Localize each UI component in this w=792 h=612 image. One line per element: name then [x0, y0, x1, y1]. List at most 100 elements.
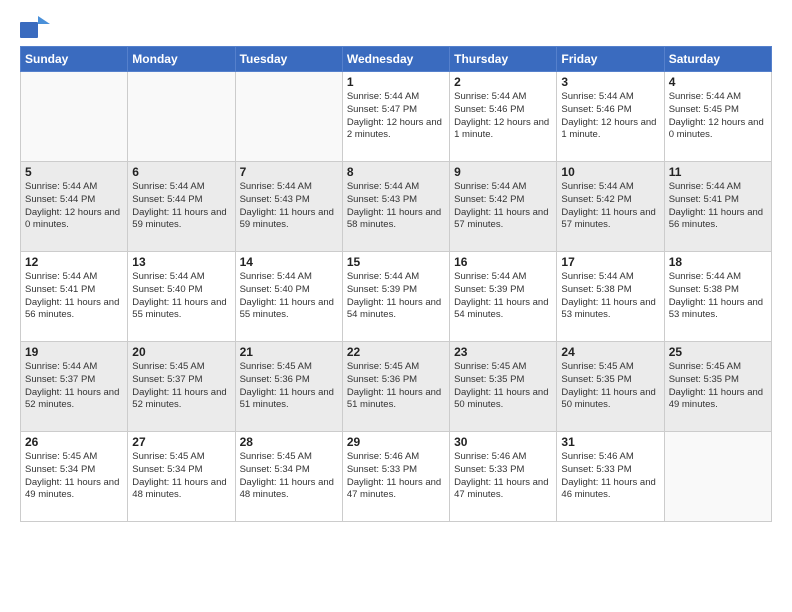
day-info: Sunrise: 5:44 AM Sunset: 5:38 PM Dayligh…: [561, 271, 659, 322]
calendar-week-5: 26 Sunrise: 5:45 AM Sunset: 5:34 PM Dayli…: [21, 432, 772, 522]
calendar-cell: 21Sunrise: 5:45 AM Sunset: 5:36 PM Dayli…: [235, 342, 342, 432]
calendar-cell: 6Sunrise: 5:44 AM Sunset: 5:44 PM Daylig…: [128, 162, 235, 252]
day-header-thursday: Thursday: [450, 47, 557, 72]
day-number: 31: [561, 435, 659, 449]
day-info: Sunrise: 5:44 AM Sunset: 5:42 PM Dayligh…: [454, 181, 552, 232]
day-info: Sunrise: 5:44 AM Sunset: 5:43 PM Dayligh…: [347, 181, 445, 232]
calendar-cell: 26 Sunrise: 5:45 AM Sunset: 5:34 PM Dayli…: [21, 432, 128, 522]
day-number: 8: [347, 165, 445, 179]
calendar-cell: 27 Sunrise: 5:45 AM Sunset: 5:34 PM Dayli…: [128, 432, 235, 522]
day-info: Sunrise: 5:46 AM Sunset: 5:33 PM Dayligh…: [347, 451, 445, 502]
day-info: Sunrise: 5:44 AM Sunset: 5:39 PM Dayligh…: [454, 271, 552, 322]
day-number: 12: [25, 255, 123, 269]
calendar-cell: 20Sunrise: 5:45 AM Sunset: 5:37 PM Dayli…: [128, 342, 235, 432]
calendar-cell: 24 Sunrise: 5:45 AM Sunset: 5:35 PM Dayli…: [557, 342, 664, 432]
day-number: 5: [25, 165, 123, 179]
day-info: Sunrise: 5:45 AM Sunset: 5:35 PM Dayligh…: [454, 361, 552, 412]
calendar-cell: 19Sunrise: 5:44 AM Sunset: 5:37 PM Dayli…: [21, 342, 128, 432]
day-header-wednesday: Wednesday: [342, 47, 449, 72]
calendar-cell: 5 Sunrise: 5:44 AM Sunset: 5:44 PM Daylig…: [21, 162, 128, 252]
calendar-header-row: SundayMondayTuesdayWednesdayThursdayFrid…: [21, 47, 772, 72]
calendar-week-1: 1 Sunrise: 5:44 AM Sunset: 5:47 PM Daylig…: [21, 72, 772, 162]
day-header-friday: Friday: [557, 47, 664, 72]
logo: [20, 16, 54, 38]
page-header: [20, 16, 772, 38]
calendar-cell: 8 Sunrise: 5:44 AM Sunset: 5:43 PM Daylig…: [342, 162, 449, 252]
day-number: 18: [669, 255, 767, 269]
day-number: 2: [454, 75, 552, 89]
day-number: 29: [347, 435, 445, 449]
calendar-cell: 29 Sunrise: 5:46 AM Sunset: 5:33 PM Dayli…: [342, 432, 449, 522]
calendar-cell: 13 Sunrise: 5:44 AM Sunset: 5:40 PM Dayli…: [128, 252, 235, 342]
day-number: 14: [240, 255, 338, 269]
calendar-cell: 10 Sunrise: 5:44 AM Sunset: 5:42 PM Dayli…: [557, 162, 664, 252]
calendar-cell: 23 Sunrise: 5:45 AM Sunset: 5:35 PM Dayli…: [450, 342, 557, 432]
day-info: Sunrise: 5:44 AM Sunset: 5:41 PM Dayligh…: [25, 271, 123, 322]
day-number: 1: [347, 75, 445, 89]
day-info: Sunrise: 5:45 AM Sunset: 5:35 PM Dayligh…: [561, 361, 659, 412]
day-number: 23: [454, 345, 552, 359]
day-header-monday: Monday: [128, 47, 235, 72]
day-info: Sunrise: 5:45 AM Sunset: 5:34 PM Dayligh…: [25, 451, 123, 502]
day-number: 7: [240, 165, 338, 179]
calendar-cell: 14 Sunrise: 5:44 AM Sunset: 5:40 PM Dayli…: [235, 252, 342, 342]
day-info: Sunrise: 5:45 AM Sunset: 5:36 PM Dayligh…: [347, 361, 445, 412]
day-info: Sunrise: 5:46 AM Sunset: 5:33 PM Dayligh…: [561, 451, 659, 502]
day-info: Sunrise: 5:44 AM Sunset: 5:41 PM Dayligh…: [669, 181, 767, 232]
day-number: 10: [561, 165, 659, 179]
calendar-week-4: 19Sunrise: 5:44 AM Sunset: 5:37 PM Dayli…: [21, 342, 772, 432]
day-number: 26: [25, 435, 123, 449]
day-info: Sunrise: 5:46 AM Sunset: 5:33 PM Dayligh…: [454, 451, 552, 502]
day-info: Sunrise: 5:44 AM Sunset: 5:40 PM Dayligh…: [240, 271, 338, 322]
day-info: Sunrise: 5:44 AM Sunset: 5:42 PM Dayligh…: [561, 181, 659, 232]
day-header-saturday: Saturday: [664, 47, 771, 72]
calendar-week-2: 5 Sunrise: 5:44 AM Sunset: 5:44 PM Daylig…: [21, 162, 772, 252]
calendar-table: SundayMondayTuesdayWednesdayThursdayFrid…: [20, 46, 772, 522]
calendar-cell: 4 Sunrise: 5:44 AM Sunset: 5:45 PM Daylig…: [664, 72, 771, 162]
day-number: 24: [561, 345, 659, 359]
day-info: Sunrise: 5:44 AM Sunset: 5:45 PM Dayligh…: [669, 91, 767, 142]
calendar-cell: 11 Sunrise: 5:44 AM Sunset: 5:41 PM Dayli…: [664, 162, 771, 252]
day-number: 20: [132, 345, 230, 359]
day-number: 6: [132, 165, 230, 179]
day-number: 21: [240, 345, 338, 359]
day-number: 4: [669, 75, 767, 89]
calendar-cell: 12 Sunrise: 5:44 AM Sunset: 5:41 PM Dayli…: [21, 252, 128, 342]
day-info: Sunrise: 5:44 AM Sunset: 5:39 PM Dayligh…: [347, 271, 445, 322]
day-info: Sunrise: 5:44 AM Sunset: 5:38 PM Dayligh…: [669, 271, 767, 322]
day-number: 28: [240, 435, 338, 449]
calendar-cell: 22 Sunrise: 5:45 AM Sunset: 5:36 PM Dayli…: [342, 342, 449, 432]
day-number: 11: [669, 165, 767, 179]
calendar-cell: 2 Sunrise: 5:44 AM Sunset: 5:46 PM Daylig…: [450, 72, 557, 162]
day-number: 15: [347, 255, 445, 269]
calendar-cell: 7Sunrise: 5:44 AM Sunset: 5:43 PM Daylig…: [235, 162, 342, 252]
day-number: 19: [25, 345, 123, 359]
day-number: 30: [454, 435, 552, 449]
day-info: Sunrise: 5:45 AM Sunset: 5:35 PM Dayligh…: [669, 361, 767, 412]
day-info: Sunrise: 5:44 AM Sunset: 5:46 PM Dayligh…: [454, 91, 552, 142]
calendar-cell: [128, 72, 235, 162]
day-header-tuesday: Tuesday: [235, 47, 342, 72]
day-info: Sunrise: 5:44 AM Sunset: 5:40 PM Dayligh…: [132, 271, 230, 322]
calendar-cell: 28 Sunrise: 5:45 AM Sunset: 5:34 PM Dayli…: [235, 432, 342, 522]
day-info: Sunrise: 5:44 AM Sunset: 5:47 PM Dayligh…: [347, 91, 445, 142]
day-info: Sunrise: 5:44 AM Sunset: 5:44 PM Dayligh…: [25, 181, 123, 232]
calendar-cell: 16Sunrise: 5:44 AM Sunset: 5:39 PM Dayli…: [450, 252, 557, 342]
day-number: 27: [132, 435, 230, 449]
logo-icon: [20, 16, 50, 38]
calendar-cell: [21, 72, 128, 162]
day-number: 17: [561, 255, 659, 269]
calendar-cell: [664, 432, 771, 522]
calendar-week-3: 12 Sunrise: 5:44 AM Sunset: 5:41 PM Dayli…: [21, 252, 772, 342]
day-number: 22: [347, 345, 445, 359]
calendar-cell: 25 Sunrise: 5:45 AM Sunset: 5:35 PM Dayli…: [664, 342, 771, 432]
calendar-cell: 15 Sunrise: 5:44 AM Sunset: 5:39 PM Dayli…: [342, 252, 449, 342]
day-number: 13: [132, 255, 230, 269]
day-number: 25: [669, 345, 767, 359]
day-info: Sunrise: 5:45 AM Sunset: 5:34 PM Dayligh…: [132, 451, 230, 502]
day-info: Sunrise: 5:44 AM Sunset: 5:46 PM Dayligh…: [561, 91, 659, 142]
calendar-cell: 17 Sunrise: 5:44 AM Sunset: 5:38 PM Dayli…: [557, 252, 664, 342]
day-info: Sunrise: 5:45 AM Sunset: 5:34 PM Dayligh…: [240, 451, 338, 502]
day-header-sunday: Sunday: [21, 47, 128, 72]
day-number: 9: [454, 165, 552, 179]
